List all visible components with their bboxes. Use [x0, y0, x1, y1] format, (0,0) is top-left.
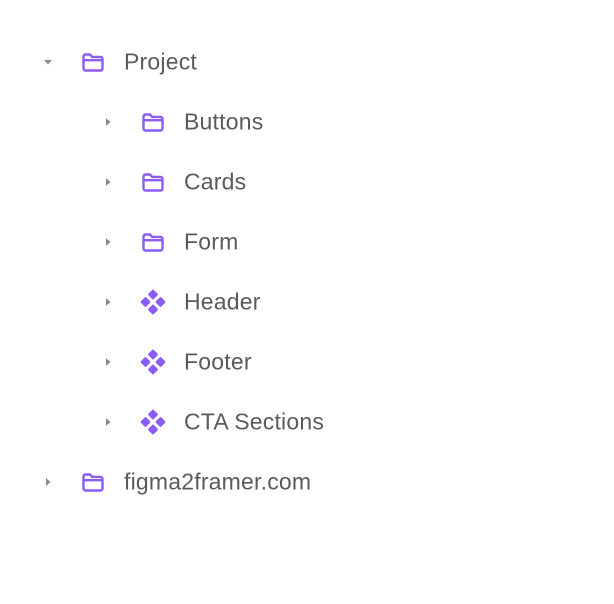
- tree-item-project[interactable]: Project: [0, 32, 614, 92]
- tree-item-figma2framer[interactable]: figma2framer.com: [0, 452, 614, 512]
- tree-item-cards[interactable]: Cards: [0, 152, 614, 212]
- tree-item-label: Cards: [184, 168, 247, 195]
- chevron-right-icon[interactable]: [103, 417, 113, 427]
- tree-item-label: Project: [124, 48, 197, 75]
- chevron-right-icon[interactable]: [43, 477, 53, 487]
- chevron-right-icon[interactable]: [103, 177, 113, 187]
- component-icon: [140, 289, 166, 315]
- tree-item-cta-sections[interactable]: CTA Sections: [0, 392, 614, 452]
- tree-item-label: Header: [184, 288, 261, 315]
- component-icon: [140, 349, 166, 375]
- chevron-right-icon[interactable]: [103, 237, 113, 247]
- tree-item-header[interactable]: Header: [0, 272, 614, 332]
- folder-icon: [140, 229, 166, 255]
- tree-item-label: figma2framer.com: [124, 468, 312, 495]
- tree-item-form[interactable]: Form: [0, 212, 614, 272]
- folder-icon: [80, 469, 106, 495]
- tree-item-label: Footer: [184, 348, 252, 375]
- layer-tree: Project Buttons Cards Form Header Footer…: [0, 32, 614, 512]
- folder-icon: [140, 109, 166, 135]
- chevron-right-icon[interactable]: [103, 357, 113, 367]
- tree-item-label: Form: [184, 228, 239, 255]
- chevron-down-icon[interactable]: [43, 57, 53, 67]
- component-icon: [140, 409, 166, 435]
- tree-item-buttons[interactable]: Buttons: [0, 92, 614, 152]
- tree-item-label: CTA Sections: [184, 408, 325, 435]
- folder-icon: [140, 169, 166, 195]
- tree-item-label: Buttons: [184, 108, 264, 135]
- folder-icon: [80, 49, 106, 75]
- chevron-right-icon[interactable]: [103, 117, 113, 127]
- tree-item-footer[interactable]: Footer: [0, 332, 614, 392]
- chevron-right-icon[interactable]: [103, 297, 113, 307]
